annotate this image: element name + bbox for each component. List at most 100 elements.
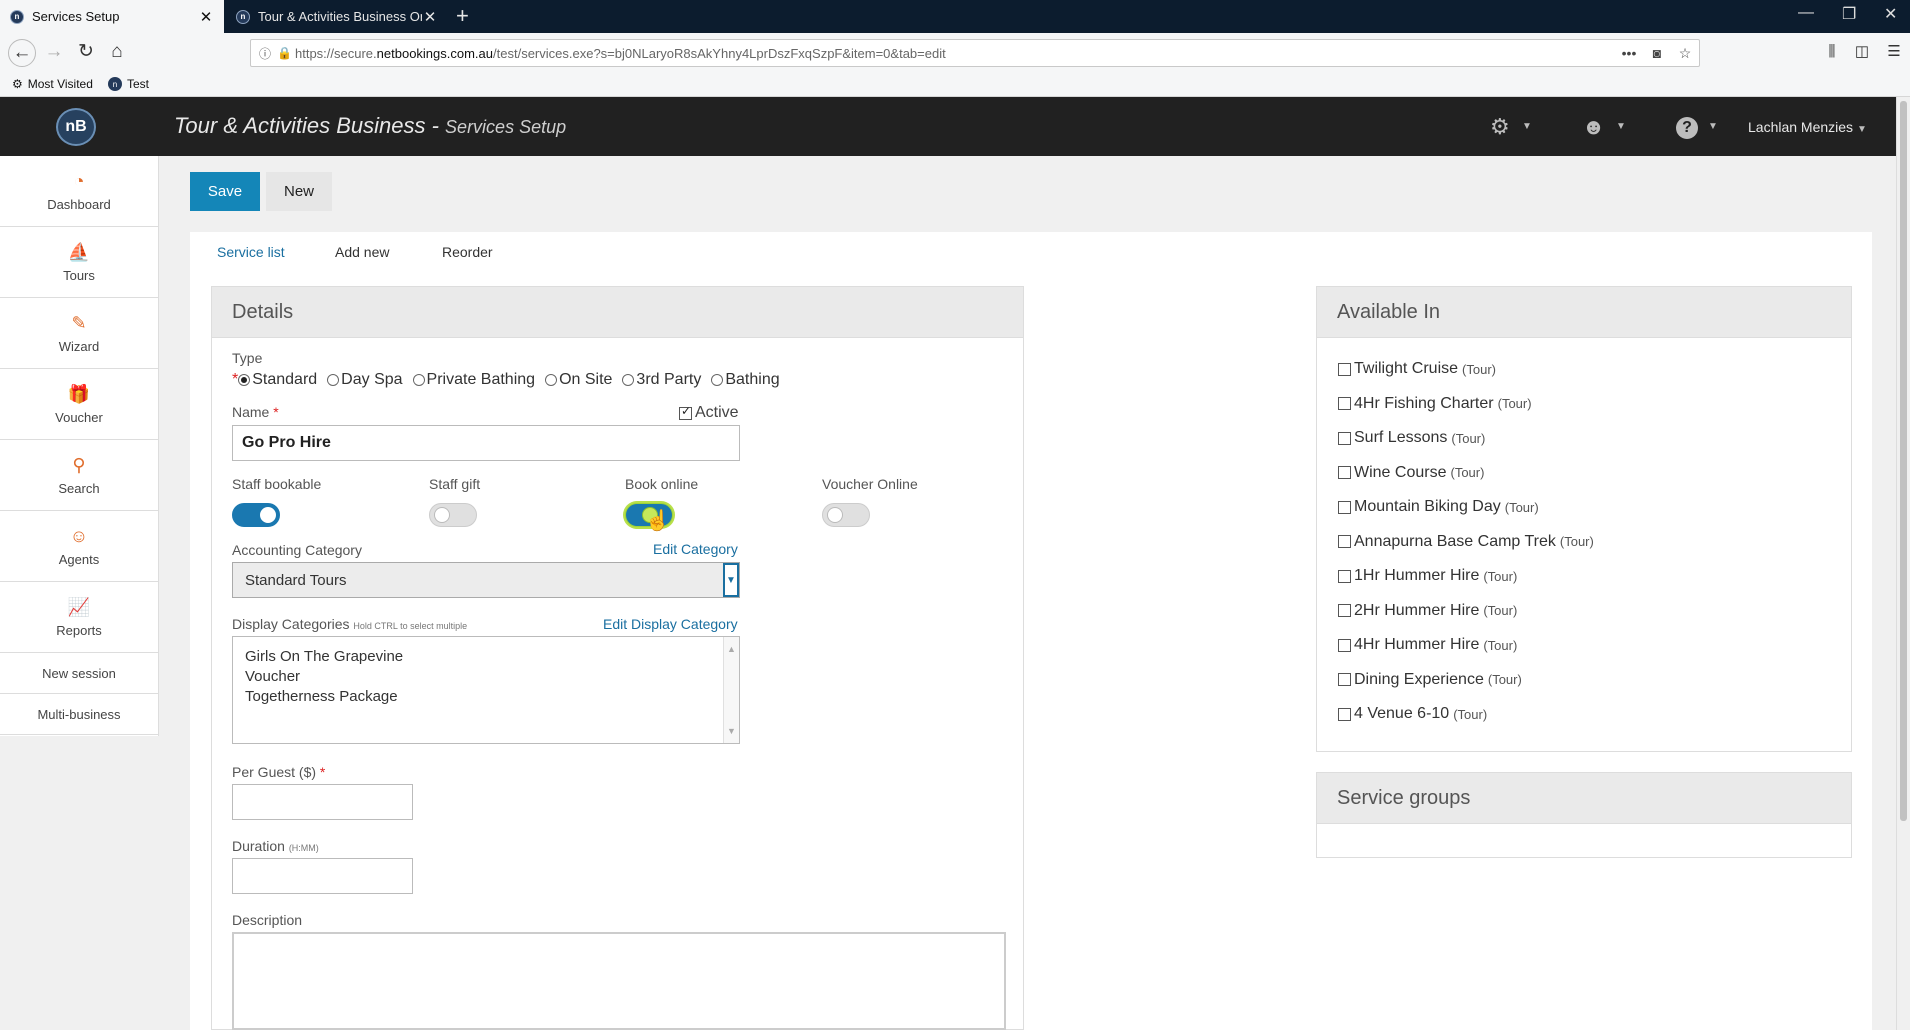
- menu-icon[interactable]: ☰: [1882, 41, 1906, 63]
- available-item[interactable]: Surf Lessons (Tour): [1338, 421, 1594, 456]
- radio-icon[interactable]: [327, 374, 340, 386]
- sidebar-item-reports[interactable]: 📈 Reports: [0, 582, 158, 653]
- staff-bookable-toggle[interactable]: [232, 503, 280, 527]
- browser-tab-services-setup[interactable]: n Services Setup ✕: [0, 0, 224, 33]
- display-categories-listbox[interactable]: Girls On The Grapevine Voucher Togethern…: [232, 636, 740, 744]
- available-item[interactable]: Dining Experience (Tour): [1338, 663, 1594, 698]
- checkbox-icon[interactable]: [1338, 362, 1351, 376]
- per-guest-input[interactable]: [232, 784, 413, 820]
- description-textarea[interactable]: [232, 932, 1006, 1030]
- checkbox-icon[interactable]: [1338, 707, 1351, 721]
- sidebar-item-new-session[interactable]: New session: [0, 653, 158, 694]
- active-checkbox[interactable]: Active: [679, 404, 739, 422]
- available-item[interactable]: Wine Course (Tour): [1338, 456, 1594, 491]
- available-item[interactable]: 1Hr Hummer Hire (Tour): [1338, 559, 1594, 594]
- checkbox-icon[interactable]: [1338, 604, 1351, 618]
- url-bar[interactable]: ⓘ 🔒 https://secure.netbookings.com.au/te…: [250, 39, 1700, 67]
- user-icon[interactable]: ☻: [1582, 114, 1605, 140]
- save-button[interactable]: Save: [190, 172, 260, 211]
- available-item[interactable]: Mountain Biking Day (Tour): [1338, 490, 1594, 525]
- sidebar-item-tours[interactable]: ⛵ Tours: [0, 227, 158, 298]
- sidebar-item-search[interactable]: ⚲ Search: [0, 440, 158, 511]
- close-window-icon[interactable]: ✕: [1884, 4, 1897, 24]
- reload-icon[interactable]: ↻: [74, 41, 98, 63]
- duration-input[interactable]: [232, 858, 413, 894]
- type-radio-on-site[interactable]: On Site: [545, 371, 612, 389]
- sidebar-item-voucher[interactable]: 🎁 Voucher: [0, 369, 158, 440]
- checkbox-icon[interactable]: [1338, 673, 1351, 687]
- forward-icon[interactable]: →: [42, 41, 66, 63]
- tab-reorder[interactable]: Reorder: [442, 244, 493, 260]
- available-item[interactable]: 4 Venue 6-10 (Tour): [1338, 697, 1594, 732]
- bookmark-test[interactable]: n Test: [108, 77, 149, 91]
- new-tab-button[interactable]: +: [456, 4, 469, 28]
- available-item[interactable]: 2Hr Hummer Hire (Tour): [1338, 594, 1594, 629]
- close-tab-icon[interactable]: ✕: [198, 8, 214, 26]
- name-input[interactable]: Go Pro Hire: [232, 425, 740, 461]
- list-item[interactable]: Togetherness Package: [245, 687, 727, 707]
- app-logo[interactable]: nB: [56, 108, 96, 146]
- browser-tab-business-online[interactable]: n Tour & Activities Business Onli ✕: [226, 0, 448, 33]
- available-item[interactable]: 4Hr Hummer Hire (Tour): [1338, 628, 1594, 663]
- help-icon[interactable]: ?: [1676, 117, 1698, 139]
- sidebar-item-multi-business[interactable]: Multi-business: [0, 694, 158, 735]
- url-text[interactable]: https://secure.netbookings.com.au/test/s…: [295, 46, 1615, 61]
- accounting-category-select[interactable]: Standard Tours ▼: [232, 562, 740, 598]
- checkbox-icon[interactable]: [1338, 535, 1351, 549]
- type-radio-standard[interactable]: Standard: [238, 371, 317, 389]
- scroll-up-icon[interactable]: ▲: [727, 639, 736, 659]
- checkbox-icon[interactable]: [1338, 431, 1351, 445]
- checkbox-icon[interactable]: [679, 404, 692, 420]
- page-scrollbar[interactable]: [1896, 97, 1910, 1030]
- staff-gift-toggle[interactable]: [429, 503, 477, 527]
- home-icon[interactable]: ⌂: [105, 41, 129, 63]
- scroll-down-icon[interactable]: ▼: [727, 721, 736, 741]
- user-menu[interactable]: Lachlan Menzies ▼: [1748, 119, 1867, 135]
- radio-icon[interactable]: [711, 374, 724, 386]
- sidebar-item-agents[interactable]: ☺ Agents: [0, 511, 158, 582]
- restore-icon[interactable]: ❐: [1842, 4, 1856, 24]
- checkbox-icon[interactable]: [1338, 397, 1351, 411]
- radio-icon[interactable]: [412, 374, 425, 386]
- list-item[interactable]: Girls On The Grapevine: [245, 647, 727, 667]
- radio-icon[interactable]: [238, 374, 251, 386]
- page-actions-icon[interactable]: •••: [1615, 45, 1643, 61]
- edit-category-link[interactable]: Edit Category: [653, 541, 738, 557]
- available-item[interactable]: Twilight Cruise (Tour): [1338, 352, 1594, 387]
- library-icon[interactable]: ⫼: [1820, 41, 1844, 63]
- available-item[interactable]: 4Hr Fishing Charter (Tour): [1338, 387, 1594, 422]
- checkbox-icon[interactable]: [1338, 569, 1351, 583]
- chevron-down-icon[interactable]: ▼: [1616, 121, 1626, 132]
- type-radio-private-bathing[interactable]: Private Bathing: [412, 371, 535, 389]
- radio-icon[interactable]: [545, 374, 558, 386]
- scrollbar-thumb[interactable]: [1900, 101, 1907, 821]
- tab-service-list[interactable]: Service list: [217, 244, 285, 260]
- minimize-icon[interactable]: —: [1798, 4, 1814, 22]
- type-radio-3rd-party[interactable]: 3rd Party: [622, 371, 701, 389]
- tab-add-new[interactable]: Add new: [335, 244, 389, 260]
- sidebar-toggle-icon[interactable]: ◫: [1850, 41, 1874, 63]
- back-icon[interactable]: ←: [8, 39, 36, 67]
- settings-icon[interactable]: ⚙: [1490, 114, 1510, 140]
- chevron-down-icon[interactable]: ▼: [1708, 121, 1718, 132]
- checkbox-icon[interactable]: [1338, 466, 1351, 480]
- listbox-scrollbar[interactable]: ▲ ▼: [723, 637, 739, 743]
- new-button[interactable]: New: [266, 172, 332, 211]
- sidebar-item-wizard[interactable]: ✎ Wizard: [0, 298, 158, 369]
- type-radio-day-spa[interactable]: Day Spa: [327, 371, 403, 389]
- list-item[interactable]: Voucher: [245, 667, 727, 687]
- radio-icon[interactable]: [622, 374, 635, 386]
- voucher-online-toggle[interactable]: [822, 503, 870, 527]
- sidebar-item-dashboard[interactable]: ◔ Dashboard: [0, 156, 158, 227]
- checkbox-icon[interactable]: [1338, 638, 1351, 652]
- info-icon[interactable]: ⓘ: [259, 45, 277, 62]
- chevron-down-icon[interactable]: ▼: [723, 563, 739, 597]
- checkbox-icon[interactable]: [1338, 500, 1351, 514]
- bookmark-most-visited[interactable]: ⚙ Most Visited: [12, 77, 93, 91]
- type-radio-bathing[interactable]: Bathing: [711, 371, 780, 389]
- available-item[interactable]: Annapurna Base Camp Trek (Tour): [1338, 525, 1594, 560]
- pocket-icon[interactable]: ◙: [1643, 45, 1671, 61]
- bookmark-star-icon[interactable]: ☆: [1671, 45, 1699, 62]
- close-tab-icon[interactable]: ✕: [422, 8, 438, 26]
- edit-display-category-link[interactable]: Edit Display Category: [603, 616, 738, 632]
